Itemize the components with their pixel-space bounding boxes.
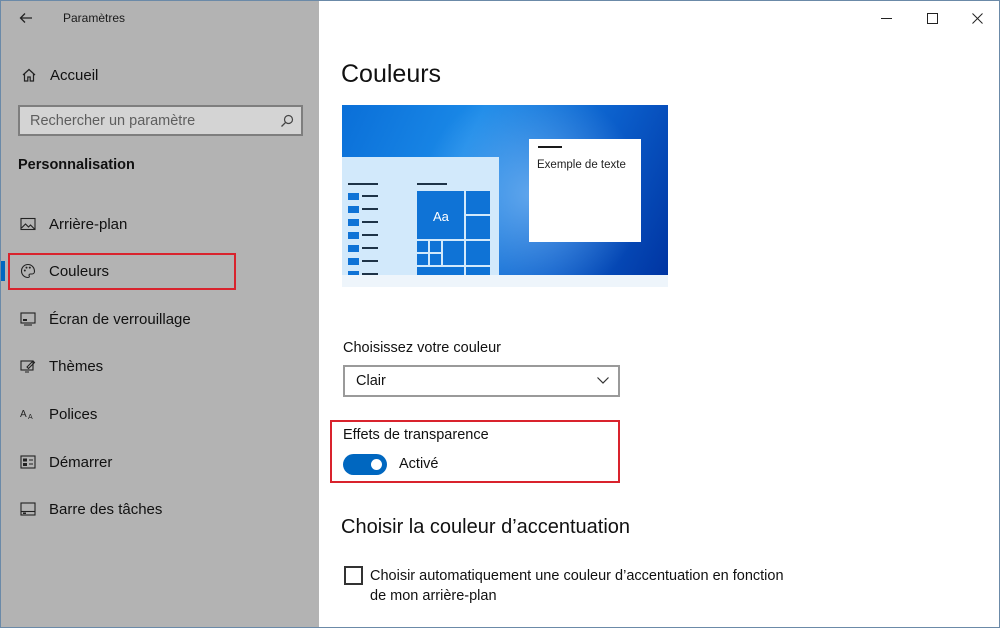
sidebar-item-polices[interactable]: AA Polices [9,396,309,432]
picture-icon [15,217,41,231]
close-icon [971,12,983,24]
taskbar-icon [15,502,41,516]
preview-tile [466,241,490,265]
app-title: Paramètres [63,11,126,25]
section-title: Personnalisation [18,157,135,173]
settings-window: Paramètres Accueil Personnalisation Arri… [0,0,1000,628]
preview-line [362,234,378,236]
choose-color-value: Clair [356,373,386,389]
sidebar-item-barre-des-taches[interactable]: Barre des tâches [9,491,309,527]
preview-square [348,219,359,226]
sidebar-item-label: Accueil [50,66,99,84]
search-icon[interactable] [273,114,301,128]
sidebar-item-label: Polices [49,405,98,423]
highlight-box-transparency [330,420,620,483]
preview-line [362,260,378,262]
svg-text:A: A [20,409,27,420]
lock-screen-icon [15,312,41,326]
title-bar: Paramètres [1,1,319,37]
home-icon [15,67,43,83]
auto-accent-checkbox[interactable] [344,566,363,585]
maximize-icon [926,12,938,24]
preview-tile [417,254,428,265]
svg-text:A: A [28,414,33,421]
preview-line [362,221,378,223]
preview-line [362,195,378,197]
preview-taskbar [342,275,668,287]
back-button[interactable] [13,7,39,29]
sidebar-item-ecran-de-verrouillage[interactable]: Écran de verrouillage [9,301,309,337]
preview-tile [443,241,464,265]
preview-square [348,258,359,265]
highlight-box-couleurs [8,253,236,290]
chevron-down-icon [596,373,610,391]
fonts-icon: AA [15,407,41,421]
close-button[interactable] [960,7,994,29]
choose-color-dropdown[interactable]: Clair [343,365,620,397]
preview-square [348,232,359,239]
preview-tile-large: Aa [417,191,464,239]
preview-window: Exemple de texte [529,139,641,242]
main-content: Couleurs Aa Exemple de texte Choisissez … [319,1,999,627]
preview-line [362,208,378,210]
start-icon [15,455,41,469]
preview-tile [430,254,441,265]
minimize-button[interactable] [869,7,903,29]
preview-line [362,247,378,249]
sidebar-item-label: Barre des tâches [49,500,163,518]
preview-start-menu: Aa [342,157,499,287]
page-title: Couleurs [341,60,442,88]
color-preview: Aa Exemple de texte [342,105,668,287]
choose-color-label: Choisissez votre couleur [343,340,501,356]
preview-tile [430,241,441,252]
preview-window-bar [538,146,562,148]
preview-sample-text: Exemple de texte [537,159,626,171]
sidebar-item-label: Arrière-plan [49,215,128,233]
accent-heading: Choisir la couleur d’accentuation [341,516,631,538]
preview-tile-label: Aa [433,209,449,224]
search-box [18,105,303,136]
sidebar-item-label: Thèmes [49,357,104,375]
sidebar-item-arriere-plan[interactable]: Arrière-plan [9,206,309,242]
preview-square [348,206,359,213]
back-arrow-icon [19,13,32,23]
sidebar-item-demarrer[interactable]: Démarrer [9,444,309,480]
sidebar-item-label: Écran de verrouillage [49,310,191,328]
search-input[interactable] [20,107,273,134]
sidebar-item-themes[interactable]: Thèmes [9,348,309,384]
themes-icon [15,359,41,373]
preview-tile [417,241,428,252]
sidebar-item-home[interactable]: Accueil [9,59,309,91]
sidebar-item-label: Démarrer [49,453,113,471]
auto-accent-label: Choisir automatiquement une couleur d’ac… [370,568,784,604]
preview-square [348,245,359,252]
sidebar: Paramètres Accueil Personnalisation Arri… [1,1,319,627]
minimize-icon [880,17,892,19]
preview-line [348,183,378,185]
preview-tile [466,191,490,214]
preview-tile [466,216,490,239]
maximize-button[interactable] [915,7,949,29]
preview-line [417,183,447,185]
preview-square [348,193,359,200]
